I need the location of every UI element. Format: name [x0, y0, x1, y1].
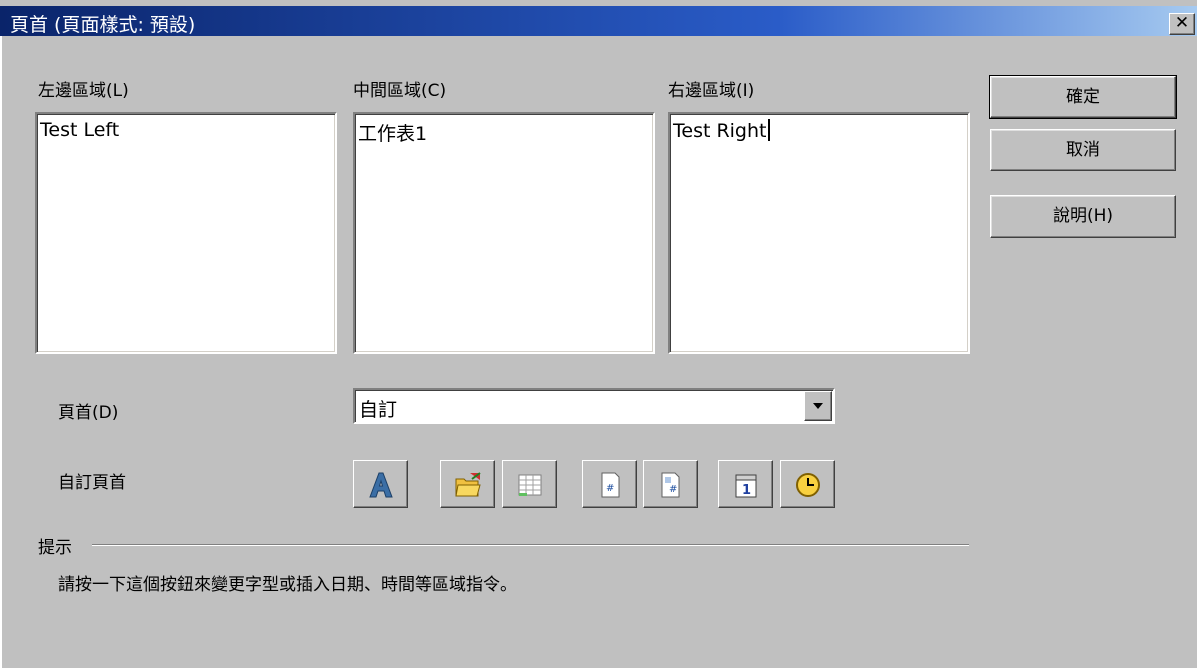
file-name-button[interactable] — [440, 460, 495, 508]
dialog-title: 頁首 (頁面樣式: 預設) — [10, 14, 196, 36]
left-area-text: Test Left — [40, 119, 120, 141]
center-area-text: 工作表1 — [358, 123, 428, 145]
center-area-label: 中間區域(C) — [353, 81, 447, 101]
sheet-name-icon — [518, 474, 542, 496]
center-area-textbox[interactable]: 工作表1 — [353, 112, 655, 354]
right-area-textbox[interactable]: Test Right — [668, 112, 970, 354]
page-count-button[interactable]: # — [643, 460, 698, 508]
chevron-down-icon[interactable] — [804, 391, 832, 421]
header-label: 頁首(D) — [58, 403, 119, 423]
page-number-icon: # — [601, 472, 620, 498]
date-icon: 1 — [735, 474, 757, 498]
sheet-name-button[interactable] — [502, 460, 557, 508]
text-attributes-button[interactable] — [353, 460, 408, 508]
text-attributes-icon — [369, 472, 393, 498]
page-count-icon: # — [661, 472, 680, 498]
svg-text:#: # — [606, 483, 614, 494]
time-button[interactable] — [780, 460, 835, 508]
left-area-textbox[interactable]: Test Left — [35, 112, 337, 354]
text-caret — [767, 119, 770, 141]
window-frame — [0, 36, 2, 668]
cancel-button[interactable]: 取消 — [990, 129, 1176, 171]
close-icon: ✕ — [1174, 13, 1190, 33]
close-button[interactable]: ✕ — [1169, 13, 1195, 35]
page-number-button[interactable]: # — [582, 460, 637, 508]
help-button[interactable]: 說明(H) — [990, 195, 1176, 238]
custom-header-label: 自訂頁首 — [58, 473, 126, 493]
ok-button-label: 確定 — [1066, 87, 1100, 107]
right-area-label: 右邊區域(I) — [668, 81, 755, 101]
hint-label: 提示 — [38, 538, 72, 558]
right-area-text: Test Right — [673, 120, 767, 142]
header-select[interactable]: 自訂 — [353, 388, 835, 424]
header-select-value: 自訂 — [359, 399, 398, 421]
time-icon — [796, 473, 820, 497]
hint-divider — [92, 544, 969, 546]
date-button[interactable]: 1 — [718, 460, 773, 508]
title-bar: 頁首 (頁面樣式: 預設) ✕ — [0, 0, 1197, 36]
svg-text:1: 1 — [742, 483, 751, 498]
file-name-icon — [455, 472, 481, 497]
svg-text:#: # — [669, 484, 677, 495]
hint-text: 請按一下這個按鈕來變更字型或插入日期、時間等區域指令。 — [58, 575, 517, 595]
help-button-label: 說明(H) — [1052, 206, 1114, 226]
cancel-button-label: 取消 — [1066, 140, 1100, 160]
ok-button[interactable]: 確定 — [989, 75, 1177, 119]
left-area-label: 左邊區域(L) — [38, 81, 129, 101]
